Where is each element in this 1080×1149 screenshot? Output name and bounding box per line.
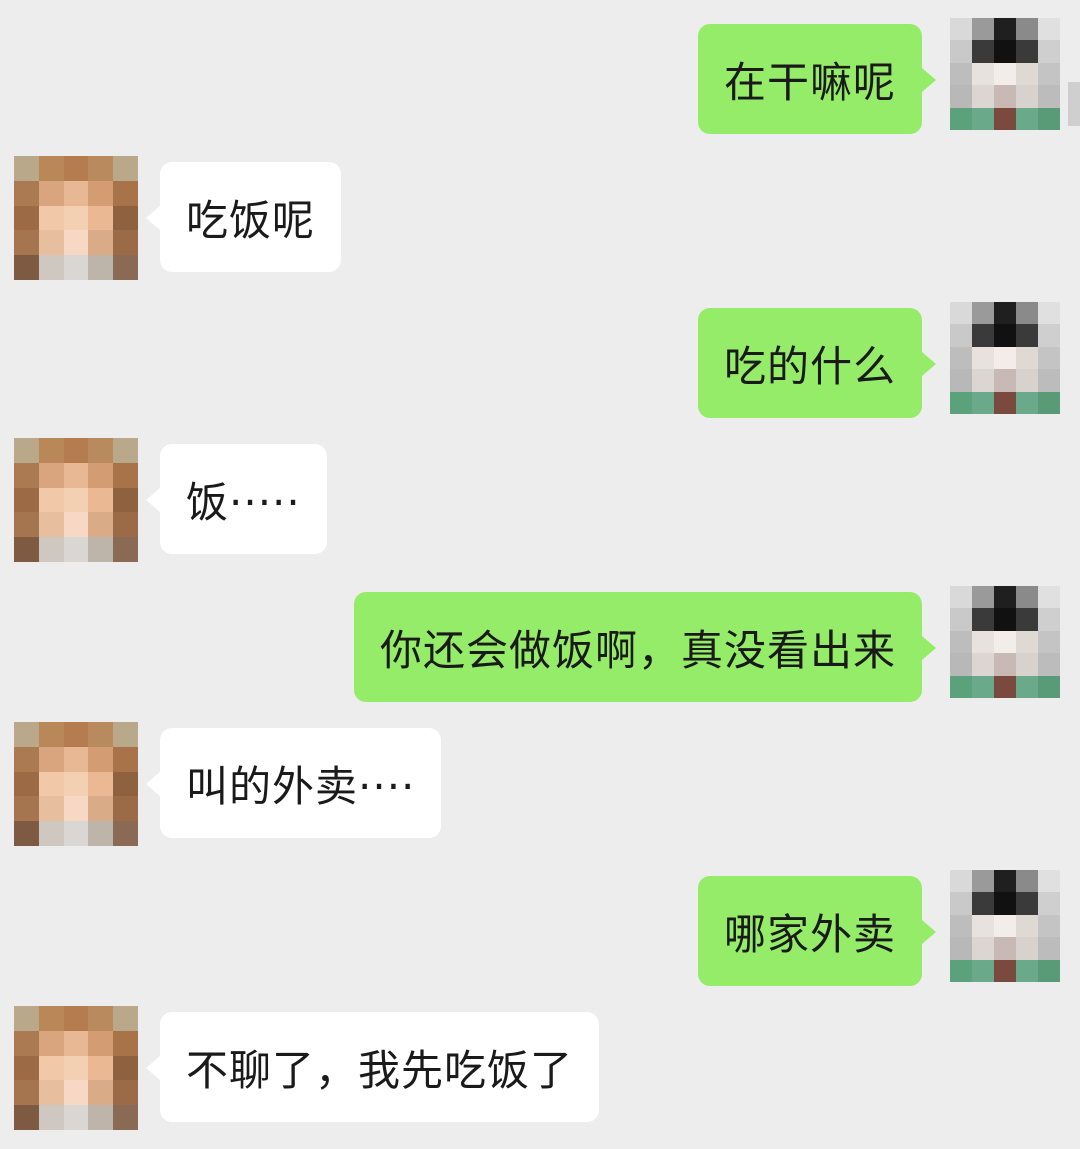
message-bubble-received[interactable]: 叫的外卖···· xyxy=(145,728,442,838)
message-bubble-received[interactable]: 吃饭呢 xyxy=(145,162,342,272)
pixelated-avatar-girl-icon[interactable] xyxy=(14,722,138,846)
pixelated-avatar-girl-icon[interactable] xyxy=(14,1006,138,1130)
pixelated-avatar-boy-icon[interactable] xyxy=(950,302,1060,414)
message-row-received: 饭····· xyxy=(0,438,1080,568)
chat-message-list[interactable]: 在干嘛呢 吃饭呢 吃的什么 饭····· 你还会做饭啊，真没看出来 叫的外卖··… xyxy=(0,0,1080,1149)
pixelated-avatar-boy-icon[interactable] xyxy=(950,18,1060,130)
message-row-sent: 哪家外卖 xyxy=(0,870,1080,1000)
pixelated-avatar-boy-icon[interactable] xyxy=(950,586,1060,698)
message-bubble-sent[interactable]: 你还会做饭啊，真没看出来 xyxy=(353,592,937,702)
message-row-sent: 吃的什么 xyxy=(0,302,1080,432)
message-bubble-sent[interactable]: 在干嘛呢 xyxy=(697,24,937,134)
message-bubble-sent[interactable]: 吃的什么 xyxy=(697,308,937,418)
message-bubble-sent[interactable]: 哪家外卖 xyxy=(697,876,937,986)
message-row-received: 吃饭呢 xyxy=(0,156,1080,286)
pixelated-avatar-girl-icon[interactable] xyxy=(14,156,138,280)
message-row-sent: 你还会做饭啊，真没看出来 xyxy=(0,586,1080,716)
message-row-received: 不聊了，我先吃饭了 xyxy=(0,1006,1080,1136)
message-bubble-received[interactable]: 不聊了，我先吃饭了 xyxy=(145,1012,600,1122)
message-bubble-received[interactable]: 饭····· xyxy=(146,444,327,554)
pixelated-avatar-girl-icon[interactable] xyxy=(14,438,138,562)
message-row-sent: 在干嘛呢 xyxy=(0,18,1080,148)
pixelated-avatar-boy-icon[interactable] xyxy=(950,870,1060,982)
message-row-received: 叫的外卖···· xyxy=(0,722,1080,852)
